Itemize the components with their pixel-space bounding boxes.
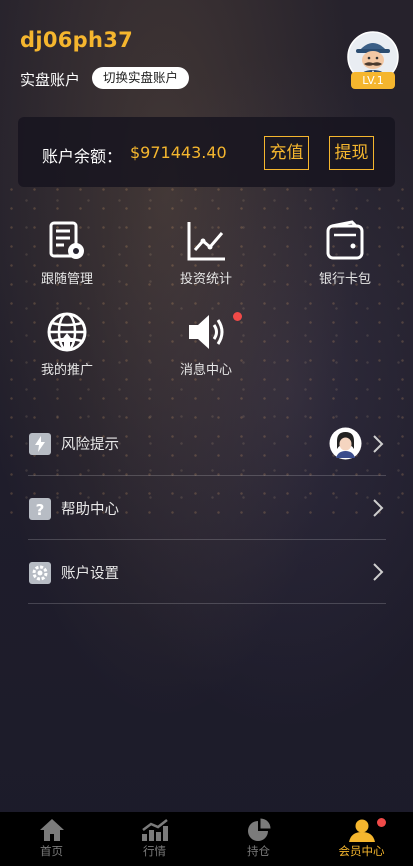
- grid-message-center[interactable]: 消息中心: [156, 311, 256, 378]
- tab-label-market: 行情: [143, 844, 166, 858]
- chevron-right-icon: [373, 435, 384, 453]
- service-avatar[interactable]: [329, 427, 362, 460]
- grid-label-investment-stats: 投资统计: [179, 272, 232, 287]
- speaker-icon: [189, 315, 224, 349]
- list-label-account-settings: 账户设置: [61, 566, 119, 582]
- settings-icon: [29, 562, 51, 584]
- balance-label: 账户余额：: [42, 147, 123, 166]
- message-notification-dot: [233, 312, 242, 321]
- lightning-icon: [29, 433, 51, 455]
- question-icon: ?: [29, 498, 51, 520]
- recharge-button[interactable]: 充值: [264, 136, 309, 170]
- tab-label-positions: 持仓: [247, 844, 270, 858]
- line-chart-icon: [187, 222, 225, 261]
- pie-chart-icon: [247, 818, 270, 841]
- document-gear-icon: [49, 221, 84, 259]
- grid-follow-management[interactable]: 跟随管理: [17, 220, 117, 287]
- divider: [28, 603, 386, 604]
- list-item-risk-warning[interactable]: 风险提示: [28, 412, 386, 476]
- balance-card: 账户余额： $971443.40 充值 提现: [18, 117, 395, 187]
- user-avatar[interactable]: LV.1: [346, 30, 400, 90]
- member-notification-dot: [377, 818, 386, 827]
- list-item-help-center[interactable]: ? 帮助中心: [28, 476, 386, 540]
- globe-icon: [47, 312, 87, 352]
- grid-label-bank-card: 银行卡包: [318, 272, 371, 287]
- grid-label-message-center: 消息中心: [179, 363, 232, 378]
- chevron-right-icon: [373, 499, 384, 517]
- tab-member-center[interactable]: 会员中心: [310, 812, 413, 866]
- customer-service-icon: [329, 427, 362, 460]
- wallet-icon: [326, 220, 364, 260]
- tab-positions[interactable]: 持仓: [207, 812, 310, 866]
- tab-market[interactable]: 行情: [103, 812, 206, 866]
- tab-home[interactable]: 首页: [0, 812, 103, 866]
- grid-label-follow-management: 跟随管理: [40, 272, 93, 287]
- list-item-account-settings[interactable]: 账户设置: [28, 540, 386, 604]
- grid-bank-card[interactable]: 银行卡包: [295, 220, 395, 287]
- list-label-help-center: 帮助中心: [61, 502, 119, 518]
- grid-label-my-promotion: 我的推广: [40, 363, 93, 378]
- market-chart-icon: [141, 819, 168, 841]
- level-badge-text: LV.1: [362, 74, 384, 87]
- grid-investment-stats[interactable]: 投资统计: [156, 220, 256, 287]
- level-badge: LV.1: [351, 72, 395, 89]
- balance-value: $971443.40: [130, 143, 227, 162]
- list-label-risk-warning: 风险提示: [61, 437, 119, 453]
- tab-label-member-center: 会员中心: [338, 844, 385, 858]
- svg-text:?: ?: [36, 501, 45, 519]
- withdraw-button[interactable]: 提现: [329, 136, 374, 170]
- grid-my-promotion[interactable]: 我的推广: [17, 311, 117, 378]
- tab-label-home: 首页: [40, 844, 63, 858]
- account-type-label: 实盘账户: [20, 71, 81, 89]
- switch-account-button[interactable]: 切换实盘账户: [92, 67, 190, 89]
- chevron-right-icon: [373, 563, 384, 581]
- username: dj06ph37: [20, 28, 134, 52]
- bottom-tab-bar: 首页 行情 持仓 会员中心: [0, 812, 413, 866]
- home-icon: [39, 819, 64, 841]
- user-icon: [348, 819, 375, 842]
